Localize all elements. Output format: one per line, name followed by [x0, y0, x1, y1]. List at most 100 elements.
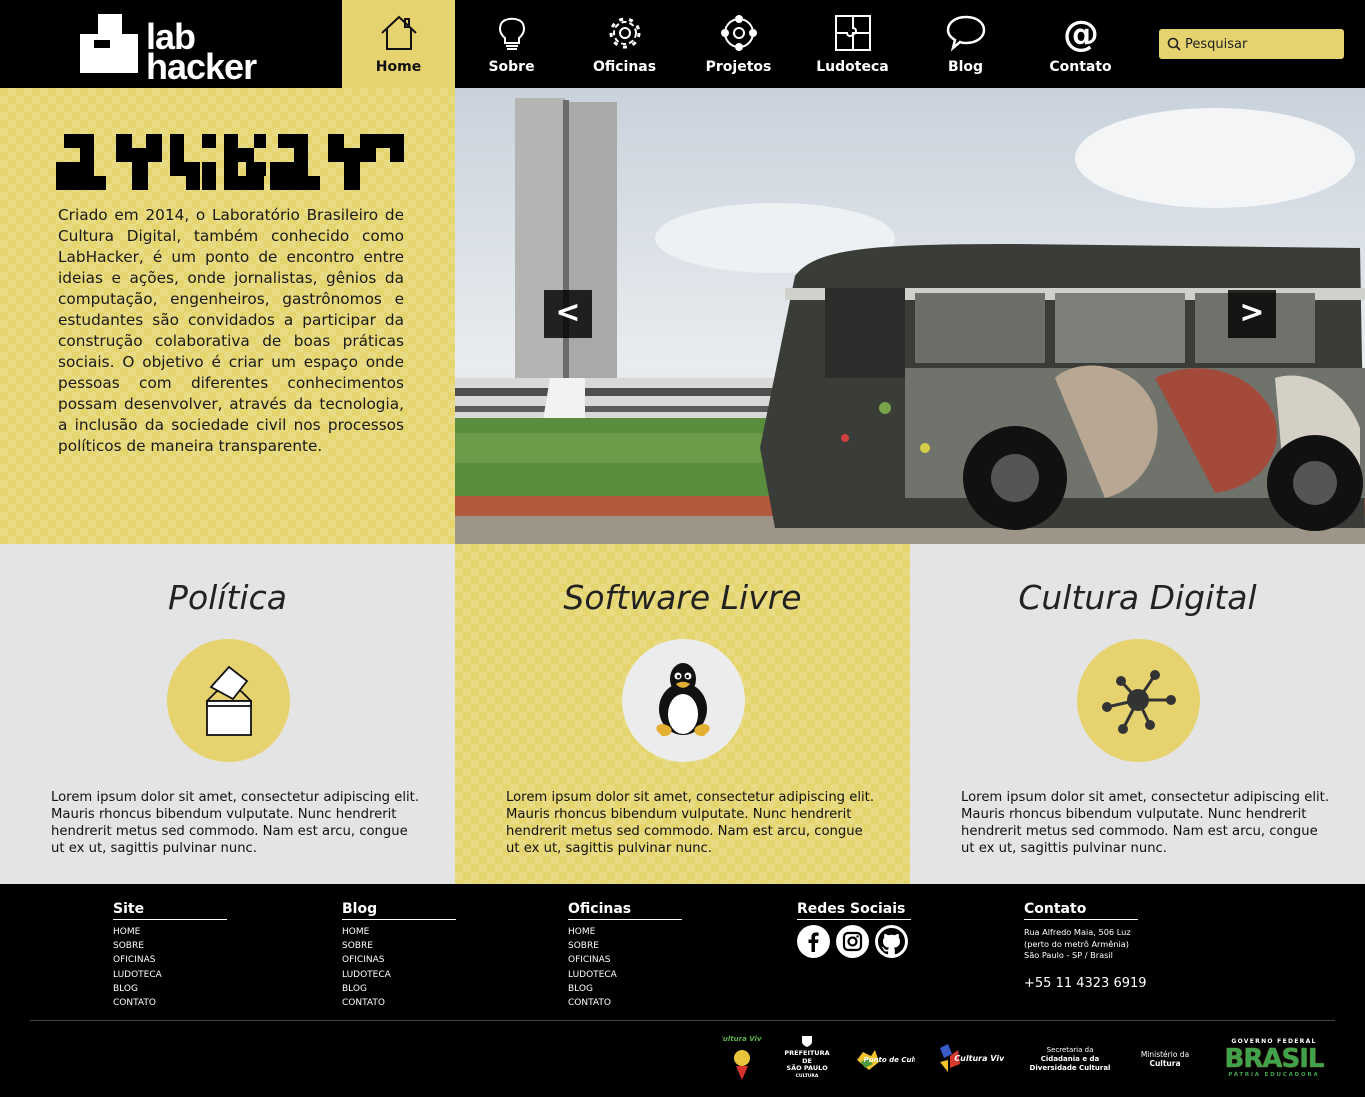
- sponsor-ponto-de-cultura-label: Ponto de Cultura: [864, 1056, 915, 1064]
- nav-ludoteca-label: Ludoteca: [816, 59, 889, 75]
- nav-blog-label: Blog: [947, 59, 984, 75]
- sponsor-prefeitura-label-3: CULTURA: [795, 1073, 819, 1079]
- sponsor-cultura-viva-logo: Cultura Viva: [934, 1040, 1010, 1076]
- sponsor-secretaria-label-3: Diversidade Cultural: [1029, 1064, 1111, 1072]
- intro-text: Criado em 2014, o Laboratório Brasileiro…: [58, 206, 404, 455]
- footer-oficinas-link-oficinas[interactable]: OFICINAS: [568, 953, 682, 967]
- feature-cultura-digital: Cultura Digital Lorem ipsum dolor sit am…: [910, 544, 1365, 884]
- footer-site-link-blog[interactable]: BLOG: [113, 982, 227, 996]
- footer-contato-column: Contato Rua Alfredo Maia, 506 Luz (perto…: [1024, 901, 1154, 991]
- address-line1: Rua Alfredo Maia, 506 Luz: [1024, 927, 1131, 937]
- sponsor-secretaria-logo: Secretaria da Cidadania e da Diversidade…: [1020, 1046, 1120, 1073]
- sponsor-prefeitura-label-2: SÃO PAULO: [786, 1064, 828, 1072]
- footer-site-column: Site HOME SOBRE OFICINAS LUDOTECA BLOG C…: [113, 901, 227, 1010]
- svg-text:@: @: [1063, 14, 1099, 52]
- footer-blog-title: Blog: [342, 901, 456, 920]
- feature-politica-badge: [166, 639, 290, 762]
- footer-oficinas-link-contato[interactable]: CONTATO: [568, 996, 682, 1010]
- footer-blog-link-blog[interactable]: BLOG: [342, 982, 456, 996]
- network-icon: [720, 15, 757, 51]
- footer-site-link-contato[interactable]: CONTATO: [113, 996, 227, 1010]
- nav-projetos[interactable]: Projetos: [682, 0, 795, 88]
- sponsor-ministerio-cultura-logo: Ministério da Cultura: [1132, 1050, 1198, 1068]
- footer-blog-link-ludoteca[interactable]: LUDOTECA: [342, 968, 456, 982]
- nav-projetos-label: Projetos: [705, 59, 772, 75]
- footer-contato-title: Contato: [1024, 901, 1138, 920]
- footer-oficinas-link-ludoteca[interactable]: LUDOTECA: [568, 968, 682, 982]
- search-input[interactable]: [1185, 34, 1335, 54]
- search-icon: [1167, 37, 1181, 51]
- logo-text: lab hacker: [146, 19, 257, 87]
- feature-politica-text: Lorem ipsum dolor sit amet, consectetur …: [51, 790, 420, 856]
- footer-blog-link-sobre[interactable]: SOBRE: [342, 939, 456, 953]
- nav-ludoteca[interactable]: Ludoteca: [796, 0, 909, 88]
- feature-cultura-digital-title: Cultura Digital: [1018, 578, 1257, 617]
- address-line3: São Paulo - SP / Brasil: [1024, 950, 1113, 960]
- hero-slideshow[interactable]: < >: [455, 88, 1365, 544]
- footer-site-link-home[interactable]: HOME: [113, 925, 227, 939]
- puzzle-icon: [834, 15, 871, 51]
- sponsor-cultura-viva-sp-label: Cultura Viva: [722, 1035, 762, 1043]
- labhacker-logo[interactable]: lab hacker: [80, 14, 280, 85]
- footer-oficinas-link-home[interactable]: HOME: [568, 925, 682, 939]
- sponsor-secretaria-label-2: Cidadania e da: [1040, 1055, 1100, 1063]
- nav-contato-label: Contato: [1049, 59, 1112, 75]
- sponsor-ministerio-label-2: Cultura: [1149, 1059, 1181, 1068]
- sponsor-cultura-viva-sp-logo: Cultura Viva: [718, 1032, 766, 1084]
- footer-site-link-ludoteca[interactable]: LUDOTECA: [113, 968, 227, 982]
- lightbulb-icon: [498, 17, 525, 50]
- footer-phone: +55 11 4323 6919: [1024, 975, 1147, 991]
- ballot-box-icon: [205, 665, 252, 736]
- sponsor-brasil-label: BRASIL: [1224, 1044, 1325, 1074]
- footer-site-title: Site: [113, 901, 227, 920]
- nav-home[interactable]: Home: [342, 0, 455, 88]
- sponsor-ministerio-label-1: Ministério da: [1140, 1050, 1190, 1059]
- sponsor-governo-federal-brasil-logo: GOVERNO FEDERAL BRASIL PÁTRIA EDUCADORA: [1212, 1038, 1336, 1080]
- footer-oficinas-link-sobre[interactable]: SOBRE: [568, 939, 682, 953]
- hero-prev-button[interactable]: <: [544, 290, 592, 338]
- nav-sobre[interactable]: Sobre: [455, 0, 568, 88]
- footer-blog-link-oficinas[interactable]: OFICINAS: [342, 953, 456, 967]
- footer-oficinas-column: Oficinas HOME SOBRE OFICINAS LUDOTECA BL…: [568, 901, 682, 1010]
- feature-cultura-digital-text: Lorem ipsum dolor sit amet, consectetur …: [961, 790, 1330, 856]
- intro-panel: Criado em 2014, o Laboratório Brasileiro…: [0, 88, 455, 544]
- feature-software-livre-text: Lorem ipsum dolor sit amet, consectetur …: [506, 790, 875, 856]
- sponsor-secretaria-label-1: Secretaria da: [1046, 1046, 1094, 1054]
- speech-bubble-icon: [946, 15, 985, 52]
- sponsor-prefeitura-sp-logo: PREFEITURA DE SÃO PAULO CULTURA: [780, 1034, 834, 1079]
- footer-blog-column: Blog HOME SOBRE OFICINAS LUDOTECA BLOG C…: [342, 901, 456, 1010]
- site-footer: Site HOME SOBRE OFICINAS LUDOTECA BLOG C…: [0, 884, 1365, 1097]
- footer-blog-link-home[interactable]: HOME: [342, 925, 456, 939]
- footer-social-column: Redes Sociais: [797, 901, 911, 958]
- footer-oficinas-title: Oficinas: [568, 901, 682, 920]
- footer-social-title: Redes Sociais: [797, 901, 911, 920]
- sponsor-prefeitura-label-1: PREFEITURA DE: [784, 1049, 830, 1065]
- logo-mark-icon: [80, 14, 138, 73]
- feature-cultura-digital-badge: [1076, 639, 1200, 762]
- at-sign-icon: @: [1063, 14, 1099, 52]
- nav-oficinas[interactable]: Oficinas: [568, 0, 681, 88]
- network-hub-icon: [1101, 670, 1176, 734]
- footer-site-link-oficinas[interactable]: OFICINAS: [113, 953, 227, 967]
- footer-site-link-sobre[interactable]: SOBRE: [113, 939, 227, 953]
- logo-line2: hacker: [146, 46, 257, 87]
- facebook-icon[interactable]: [797, 925, 830, 958]
- nav-sobre-label: Sobre: [488, 59, 535, 75]
- feature-software-livre: Software Livre Lorem ipsum dolor sit ame…: [455, 544, 910, 884]
- nav-oficinas-label: Oficinas: [592, 59, 657, 75]
- pixel-title-graphic: [56, 134, 404, 190]
- nav-blog[interactable]: Blog: [909, 0, 1022, 88]
- feature-politica-title: Política: [168, 578, 287, 617]
- github-icon[interactable]: [875, 925, 908, 958]
- feature-software-livre-badge: [621, 639, 745, 762]
- instagram-icon[interactable]: [836, 925, 869, 958]
- gear-icon: [609, 17, 640, 49]
- feature-politica: Política Lorem ipsum dolor sit amet, con…: [0, 544, 455, 884]
- footer-blog-link-contato[interactable]: CONTATO: [342, 996, 456, 1010]
- footer-oficinas-link-blog[interactable]: BLOG: [568, 982, 682, 996]
- nav-contato[interactable]: @ Contato: [1024, 0, 1137, 88]
- search-box[interactable]: [1159, 29, 1344, 59]
- hero-next-button[interactable]: >: [1228, 290, 1276, 338]
- coat-of-arms-icon: [802, 1036, 812, 1047]
- tux-penguin-icon: [655, 663, 710, 737]
